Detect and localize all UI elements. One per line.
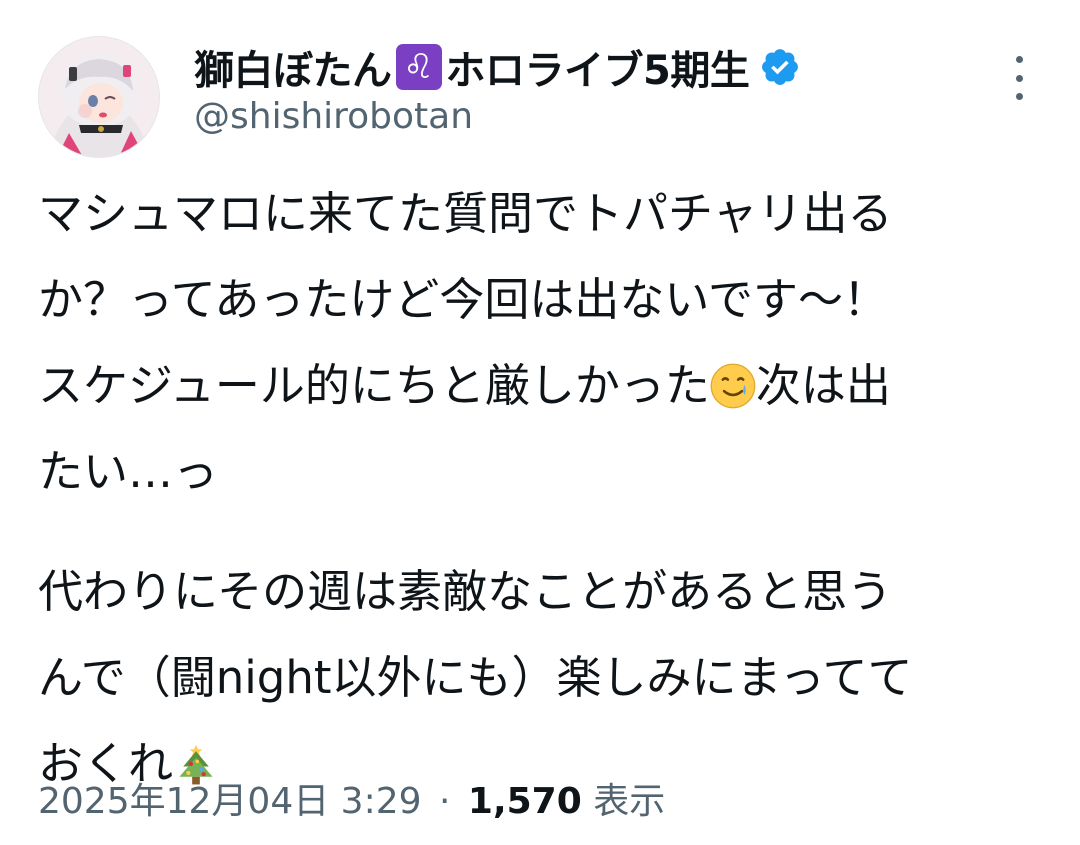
author-handle[interactable]: @shishirobotan: [194, 96, 473, 137]
post-meta: 2025年12月04日 3:29 · 1,570 表示: [38, 772, 665, 824]
post-timestamp[interactable]: 2025年12月04日 3:29: [38, 781, 422, 822]
more-dot: [1015, 56, 1023, 63]
post-line: んで（闘night以外にも）楽しみにまってて: [38, 651, 913, 704]
avatar-illustration-icon: [39, 37, 159, 157]
post-line: マシュマロに来てた質問でトパチャリ出る: [38, 187, 893, 240]
author-name-suffix[interactable]: ホロライブ5期生: [446, 38, 750, 96]
post-line: スケジュール的にちと厳しかった 次は出: [38, 356, 1048, 442]
views-count[interactable]: 1,570: [468, 781, 582, 822]
meta-separator: ·: [438, 781, 451, 822]
author-display-name[interactable]: 獅白ぼたん: [194, 38, 392, 96]
views-label: 表示: [593, 781, 666, 822]
more-options-icon[interactable]: [1004, 56, 1034, 100]
tweet-card: 獅白ぼたん ♌ ホロライブ5期生 @shishirobotan マシュマロに来て…: [0, 0, 1080, 845]
post-line: たい…っ: [38, 445, 219, 498]
verified-badge-icon[interactable]: [759, 46, 801, 88]
smiling-face-with-tear-icon: [710, 363, 756, 409]
more-dot: [1015, 93, 1023, 100]
post-line: か？ってあったけど今回は出ないです～！: [38, 273, 889, 326]
post-line-segment: スケジュール的にちと厳しかった: [38, 359, 710, 412]
author-name-row[interactable]: 獅白ぼたん ♌ ホロライブ5期生: [194, 38, 801, 96]
post-line-segment: 次は出: [755, 359, 891, 412]
post-text: マシュマロに来てた質問でトパチャリ出る か？ってあったけど今回は出ないです～！ …: [38, 184, 1048, 794]
profile-avatar[interactable]: [38, 36, 160, 158]
more-dot: [1015, 74, 1023, 82]
leo-zodiac-icon: ♌: [395, 44, 442, 90]
post-line: 代わりにその週は素敵なことがあると思う: [38, 565, 893, 618]
